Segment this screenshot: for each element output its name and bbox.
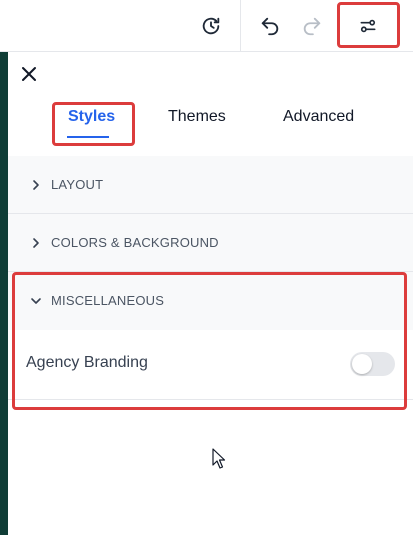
toolbar-divider [240,0,241,52]
history-button[interactable] [193,8,229,44]
undo-button[interactable] [252,8,288,44]
tab-themes[interactable]: Themes [168,108,226,126]
mouse-pointer-icon [212,448,226,469]
redo-icon [303,17,321,36]
chevron-right-icon [28,177,44,193]
chevron-right-icon [28,235,44,251]
section-label: COLORS & BACKGROUND [51,235,219,250]
history-clock-icon [202,17,220,35]
settings-highlight-box [337,2,400,48]
close-icon [22,67,36,81]
editor-page: Styles Themes Advanced LAYOUT COLORS & B… [0,0,413,535]
section-label: LAYOUT [51,177,104,192]
styles-tab-highlight-box [52,102,135,146]
styles-panel: Styles Themes Advanced LAYOUT COLORS & B… [8,52,413,535]
undo-icon [261,17,279,36]
miscellaneous-highlight-box [12,272,407,410]
section-colors-background[interactable]: COLORS & BACKGROUND [8,214,413,272]
close-panel-button[interactable] [18,63,40,85]
section-layout[interactable]: LAYOUT [8,156,413,214]
left-edge-strip [0,52,8,535]
tab-advanced[interactable]: Advanced [283,108,354,126]
redo-button[interactable] [294,8,330,44]
top-toolbar [0,0,413,52]
